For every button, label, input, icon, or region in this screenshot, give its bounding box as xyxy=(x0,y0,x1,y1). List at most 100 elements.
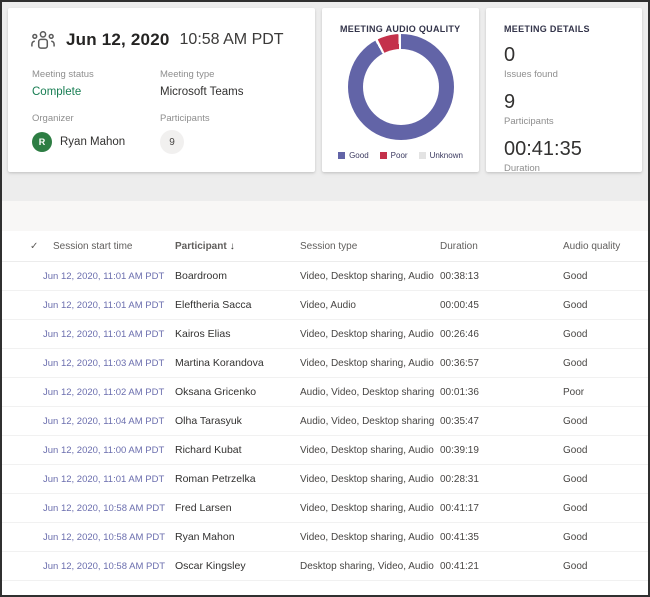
audio-quality-cell: Good xyxy=(563,291,587,320)
audio-quality-cell: Good xyxy=(563,320,587,349)
audio-quality-legend: Good Poor Unknown xyxy=(322,151,479,160)
participant-cell: Fred Larsen xyxy=(175,494,232,523)
audio-quality-cell: Good xyxy=(563,407,587,436)
column-header-session-start-time[interactable]: Session start time xyxy=(53,231,132,262)
organizer-avatar: R xyxy=(32,132,52,152)
legend-swatch xyxy=(419,152,426,159)
legend-item: Good xyxy=(338,151,369,160)
organizer-label: Organizer xyxy=(32,113,125,124)
participant-cell: Oscar Kingsley xyxy=(175,552,246,581)
session-type-cell: Audio, Video, Desktop sharing xyxy=(300,407,434,436)
table-row[interactable]: Jun 12, 2020, 11:04 AM PDT Olha Tarasyuk… xyxy=(2,407,648,436)
audio-quality-cell: Good xyxy=(563,552,587,581)
meeting-date: Jun 12, 2020 xyxy=(66,30,170,50)
duration-cell: 00:41:35 xyxy=(440,523,479,552)
audio-quality-cell: Poor xyxy=(563,378,584,407)
session-start-time-link[interactable]: Jun 12, 2020, 10:58 AM PDT xyxy=(43,523,165,552)
participants-value: 9 xyxy=(504,91,582,113)
session-start-time-link[interactable]: Jun 12, 2020, 10:58 AM PDT xyxy=(43,552,165,581)
participant-cell: Ryan Mahon xyxy=(175,523,235,552)
session-start-time-link[interactable]: Jun 12, 2020, 11:01 AM PDT xyxy=(43,262,164,291)
table-row[interactable]: Jun 12, 2020, 11:03 AM PDT Martina Koran… xyxy=(2,349,648,378)
duration-cell: 00:35:47 xyxy=(440,407,479,436)
duration-value: 00:41:35 xyxy=(504,138,582,160)
participant-cell: Olha Tarasyuk xyxy=(175,407,242,436)
legend-label: Good xyxy=(349,151,369,160)
legend-swatch xyxy=(380,152,387,159)
duration-cell: 00:28:31 xyxy=(440,465,479,494)
meeting-status-label: Meeting status xyxy=(32,69,94,80)
audio-quality-card: MEETING AUDIO QUALITY Good Poor Unknown xyxy=(322,8,479,172)
participant-cell: Roman Petrzelka xyxy=(175,465,256,494)
session-type-cell: Video, Desktop sharing, Audio xyxy=(300,436,434,465)
session-start-time-link[interactable]: Jun 12, 2020, 11:01 AM PDT xyxy=(43,320,164,349)
field-organizer: Organizer R Ryan Mahon xyxy=(32,113,125,152)
column-header-duration[interactable]: Duration xyxy=(440,231,478,262)
table-body: Jun 12, 2020, 11:01 AM PDT Boardroom Vid… xyxy=(2,262,648,581)
column-header-session-type[interactable]: Session type xyxy=(300,231,357,262)
column-header-participant[interactable]: Participant↓ xyxy=(175,231,235,262)
participant-cell: Eleftheria Sacca xyxy=(175,291,251,320)
session-start-time-link[interactable]: Jun 12, 2020, 11:01 AM PDT xyxy=(43,291,164,320)
column-header-audio-quality[interactable]: Audio quality xyxy=(563,231,620,262)
session-start-time-link[interactable]: Jun 12, 2020, 11:04 AM PDT xyxy=(43,407,164,436)
table-row[interactable]: Jun 12, 2020, 11:00 AM PDT Richard Kubat… xyxy=(2,436,648,465)
table-row[interactable]: Jun 12, 2020, 10:58 AM PDT Oscar Kingsle… xyxy=(2,552,648,581)
participant-cell: Martina Korandova xyxy=(175,349,264,378)
table-row[interactable]: Jun 12, 2020, 10:58 AM PDT Fred Larsen V… xyxy=(2,494,648,523)
meeting-report-window: Jun 12, 2020 10:58 AM PDT Meeting status… xyxy=(0,0,650,597)
audio-quality-cell: Good xyxy=(563,465,587,494)
meeting-details-stats: 0 Issues found 9 Participants 00:41:35 D… xyxy=(504,44,582,185)
participant-cell: Kairos Elias xyxy=(175,320,230,349)
table-header-row: ✓ Session start time Participant↓ Sessio… xyxy=(2,231,648,262)
audio-quality-cell: Good xyxy=(563,494,587,523)
session-type-cell: Video, Desktop sharing, Audio xyxy=(300,465,434,494)
duration-cell: 00:36:57 xyxy=(440,349,479,378)
session-type-cell: Video, Desktop sharing, Audio xyxy=(300,320,434,349)
participants-stat-label: Participants xyxy=(504,116,582,127)
meeting-details-title: MEETING DETAILS xyxy=(504,24,590,34)
field-participants: Participants 9 xyxy=(160,113,210,154)
participant-cell: Oksana Gricenko xyxy=(175,378,256,407)
audio-quality-cell: Good xyxy=(563,523,587,552)
meeting-type-label: Meeting type xyxy=(160,69,244,80)
table-row[interactable]: Jun 12, 2020, 10:58 AM PDT Ryan Mahon Vi… xyxy=(2,523,648,552)
table-row[interactable]: Jun 12, 2020, 11:01 AM PDT Roman Petrzel… xyxy=(2,465,648,494)
table-row[interactable]: Jun 12, 2020, 11:01 AM PDT Boardroom Vid… xyxy=(2,262,648,291)
session-type-cell: Audio, Video, Desktop sharing xyxy=(300,378,434,407)
sessions-table: ✓ Session start time Participant↓ Sessio… xyxy=(2,201,648,595)
table-row[interactable]: Jun 12, 2020, 11:01 AM PDT Kairos Elias … xyxy=(2,320,648,349)
session-type-cell: Video, Desktop sharing, Audio xyxy=(300,494,434,523)
select-all-check-icon[interactable]: ✓ xyxy=(30,231,38,262)
duration-cell: 00:26:46 xyxy=(440,320,479,349)
session-type-cell: Video, Audio xyxy=(300,291,356,320)
meeting-summary-card: Jun 12, 2020 10:58 AM PDT Meeting status… xyxy=(8,8,315,172)
audio-quality-cell: Good xyxy=(563,436,587,465)
meeting-header: Jun 12, 2020 10:58 AM PDT xyxy=(30,30,284,50)
meeting-people-icon xyxy=(30,30,56,50)
field-meeting-type: Meeting type Microsoft Teams xyxy=(160,69,244,98)
meeting-details-card: MEETING DETAILS 0 Issues found 9 Partici… xyxy=(486,8,642,172)
table-toolbar xyxy=(2,201,648,231)
legend-label: Unknown xyxy=(430,151,463,160)
legend-label: Poor xyxy=(391,151,408,160)
duration-cell: 00:41:17 xyxy=(440,494,479,523)
meeting-time: 10:58 AM PDT xyxy=(180,31,284,49)
duration-cell: 00:38:13 xyxy=(440,262,479,291)
session-start-time-link[interactable]: Jun 12, 2020, 11:02 AM PDT xyxy=(43,378,164,407)
duration-cell: 00:01:36 xyxy=(440,378,479,407)
session-start-time-link[interactable]: Jun 12, 2020, 11:03 AM PDT xyxy=(43,349,164,378)
issues-found-label: Issues found xyxy=(504,69,582,80)
audio-quality-cell: Good xyxy=(563,262,587,291)
field-meeting-status: Meeting status Complete xyxy=(32,69,94,98)
session-start-time-link[interactable]: Jun 12, 2020, 11:01 AM PDT xyxy=(43,465,164,494)
session-start-time-link[interactable]: Jun 12, 2020, 10:58 AM PDT xyxy=(43,494,165,523)
issues-found-value: 0 xyxy=(504,44,582,66)
legend-item: Unknown xyxy=(419,151,463,160)
session-start-time-link[interactable]: Jun 12, 2020, 11:00 AM PDT xyxy=(43,436,164,465)
table-row[interactable]: Jun 12, 2020, 11:02 AM PDT Oksana Gricen… xyxy=(2,378,648,407)
participant-cell: Boardroom xyxy=(175,262,227,291)
session-type-cell: Video, Desktop sharing, Audio xyxy=(300,262,434,291)
duration-cell: 00:39:19 xyxy=(440,436,479,465)
table-row[interactable]: Jun 12, 2020, 11:01 AM PDT Eleftheria Sa… xyxy=(2,291,648,320)
